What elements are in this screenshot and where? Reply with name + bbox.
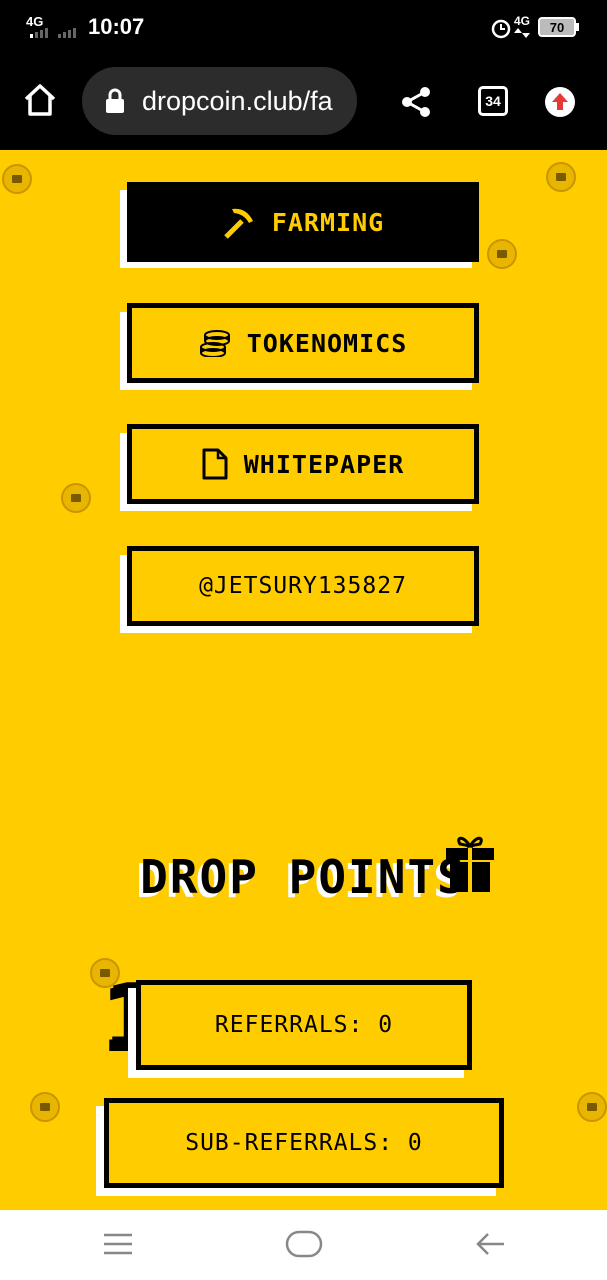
battery-tip [576,23,579,31]
page-content: FARMING TOKENOMICS WHITEPAPER @JETSURY13… [0,150,607,1210]
coin-decoration [487,239,517,269]
coin-decoration [61,483,91,513]
pickaxe-icon [224,208,253,239]
signal-icon [30,28,76,38]
system-nav-bar [0,1210,607,1280]
drop-points-title: DROP POINTS [140,850,467,904]
sub-referrals-label: SUB-REFERRALS: 0 [185,1130,423,1156]
menu-icon[interactable] [102,1232,134,1256]
update-icon[interactable] [544,86,576,118]
home-icon[interactable] [22,82,58,118]
farming-label: FARMING [271,207,385,237]
tab-count: 34 [485,93,501,109]
sub-referrals-button[interactable]: SUB-REFERRALS: 0 [104,1098,504,1188]
status-time: 10:07 [88,14,145,39]
share-icon[interactable] [400,86,432,118]
battery-indicator: 70 [538,17,576,37]
tabs-icon[interactable]: 34 [478,86,508,116]
gift-icon[interactable] [444,832,496,894]
username-button[interactable]: @JETSURY135827 [127,546,479,626]
back-icon[interactable] [474,1231,506,1257]
network-indicator-right: 4G [514,14,531,28]
coins-icon [199,330,230,357]
coin-decoration [577,1092,607,1122]
home-nav-icon[interactable] [285,1230,323,1258]
farming-button[interactable]: FARMING [127,182,479,262]
alarm-icon [491,19,511,39]
url-text[interactable]: dropcoin.club/fa [142,86,357,120]
referrals-button[interactable]: REFERRALS: 0 [136,980,472,1070]
coin-decoration [30,1092,60,1122]
whitepaper-button[interactable]: WHITEPAPER [127,424,479,504]
document-icon [202,448,228,480]
referrals-label: REFERRALS: 0 [214,1012,394,1038]
data-arrows-icon [514,28,530,38]
tokenomics-label: TOKENOMICS [246,328,408,358]
lock-icon [106,88,124,113]
whitepaper-label: WHITEPAPER [243,449,405,479]
coin-decoration [546,162,576,192]
browser-top-bar: 4G 10:07 4G 70 dropcoin.club/fa 34 [0,0,607,150]
tokenomics-button[interactable]: TOKENOMICS [127,303,479,383]
coin-decoration [2,164,32,194]
username-label: @JETSURY135827 [199,573,407,599]
